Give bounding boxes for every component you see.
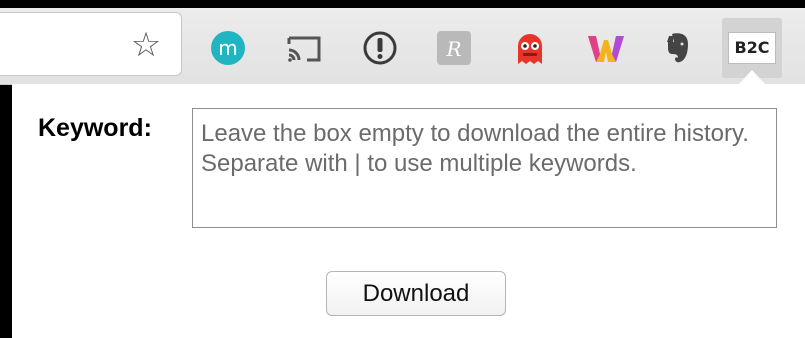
browser-toolbar: ☆ m R B2C	[0, 8, 805, 85]
popup-caret	[739, 70, 765, 84]
b2c-icon: B2C	[728, 32, 776, 64]
download-button[interactable]: Download	[326, 271, 506, 316]
keyword-label: Keyword:	[38, 114, 152, 142]
r-square-icon[interactable]: R	[436, 30, 472, 66]
exclamation-circle-icon[interactable]	[362, 30, 398, 66]
browser-window: ☆ m R B2C Keyword: Leave the box empty t…	[0, 0, 805, 338]
svg-text:R: R	[445, 37, 461, 61]
w-logo-icon[interactable]	[586, 30, 624, 66]
elephant-icon[interactable]	[660, 30, 696, 66]
b2c-extension-button[interactable]: B2C	[722, 18, 782, 78]
address-bar[interactable]: ☆	[0, 12, 182, 76]
star-icon[interactable]: ☆	[128, 27, 164, 63]
svg-text:m: m	[218, 36, 237, 60]
keyword-input[interactable]	[192, 108, 777, 228]
m-circle-icon[interactable]: m	[210, 30, 246, 66]
cast-icon[interactable]	[286, 30, 322, 66]
red-monster-icon[interactable]	[512, 30, 548, 66]
